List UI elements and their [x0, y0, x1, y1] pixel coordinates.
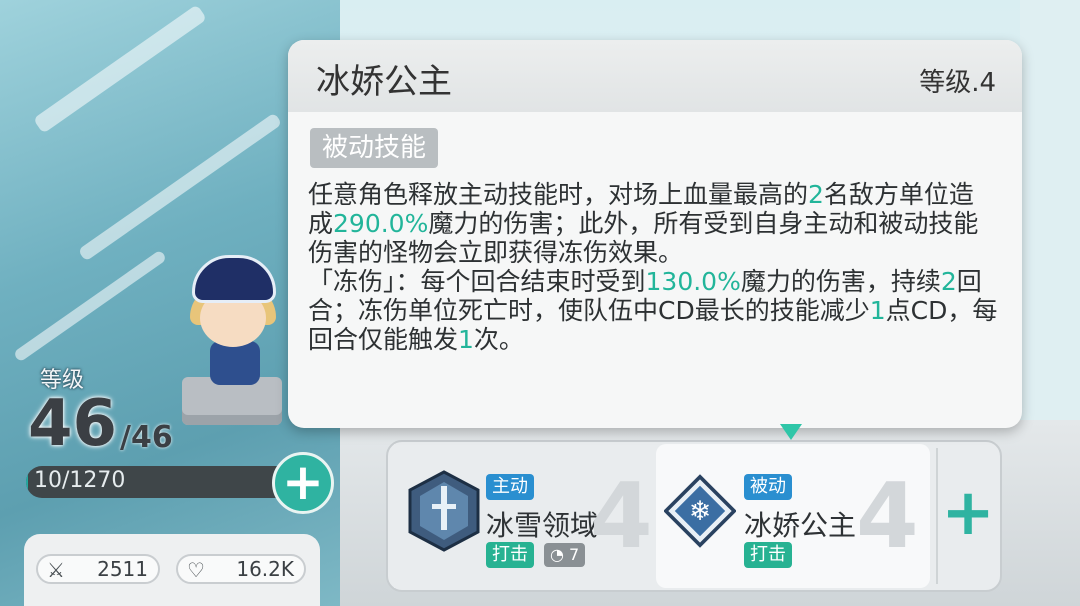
level-max: /46 [120, 420, 173, 455]
game-scene: 等级 46 /46 10/1270 + ⚔ 2511 ♡ 16.2K 主动 冰雪… [0, 0, 1080, 606]
skill-level-number: 4 [856, 464, 919, 569]
hero-hat [192, 255, 276, 303]
tooltip-title: 冰娇公主 [316, 62, 452, 102]
highlight-value: 130.0% [645, 267, 741, 296]
skill-type-tag: 打击 [744, 542, 792, 568]
highlight-value: 290.0% [333, 209, 429, 238]
tooltip-header: 冰娇公主 等级.4 [288, 40, 1022, 112]
xp-text: 10/1270 [34, 468, 126, 493]
xp-bar-fill [26, 466, 29, 498]
description-text: 任意角色释放主动技能时，对场上血量最高的 [308, 180, 809, 209]
health-value: 16.2K [236, 557, 294, 581]
skill-level-number: 4 [590, 464, 653, 569]
cooldown-value: 7 [569, 545, 580, 564]
attack-stat: ⚔ 2511 [36, 554, 160, 584]
attack-value: 2511 [97, 557, 148, 581]
highlight-value: 2 [808, 180, 824, 209]
description-text: 次。 [473, 325, 524, 354]
skill-passive-tag: 被动 [744, 474, 792, 500]
add-skill-button[interactable]: + [936, 448, 998, 584]
hero-chibi-sprite[interactable] [180, 255, 290, 425]
cooldown-badge: ◔ 7 [544, 543, 586, 567]
tooltip-pointer-icon [780, 424, 802, 440]
description-text: 魔力的伤害，持续 [740, 267, 941, 296]
sword-emblem-icon [408, 470, 480, 552]
skill-panel: 主动 冰雪领域 4 打击 ◔ 7 ❄ 被动 冰娇公主 4 打击 + [386, 440, 1002, 592]
skill-type-tag: 打击 [486, 542, 534, 568]
highlight-value: 1 [869, 296, 886, 325]
health-stat: ♡ 16.2K [176, 554, 306, 584]
level-value: 46 [28, 387, 118, 461]
svg-text:❄: ❄ [689, 496, 712, 527]
snowflake-emblem-icon: ❄ [664, 474, 736, 548]
skill-tooltip: 冰娇公主 等级.4 被动技能 任意角色释放主动技能时，对场上血量最高的2名敌方单… [288, 40, 1022, 428]
heart-icon: ♡ [187, 558, 205, 582]
skill-card-active[interactable]: 主动 冰雪领域 4 打击 ◔ 7 [394, 444, 654, 588]
skill-card-passive-selected[interactable]: ❄ 被动 冰娇公主 4 打击 [656, 444, 930, 588]
level-up-button[interactable]: + [272, 452, 334, 514]
tooltip-level: 等级.4 [919, 68, 996, 98]
description-text: 「冻伤」：每个回合结束时受到 [308, 267, 646, 296]
skill-name: 冰雪领域 [486, 509, 599, 542]
stats-card: ⚔ 2511 ♡ 16.2K [24, 534, 320, 606]
highlight-value: 2 [940, 267, 957, 296]
skill-type-badge: 被动技能 [310, 128, 439, 168]
xp-bar: 10/1270 [26, 466, 286, 498]
skill-active-tag: 主动 [486, 474, 534, 500]
hero-body [210, 341, 260, 385]
highlight-value: 1 [458, 325, 474, 354]
sword-icon: ⚔ [47, 558, 65, 582]
skill-name: 冰娇公主 [744, 509, 857, 542]
skill-description: 任意角色释放主动技能时，对场上血量最高的2名敌方单位造成290.0%魔力的伤害；… [308, 180, 998, 354]
